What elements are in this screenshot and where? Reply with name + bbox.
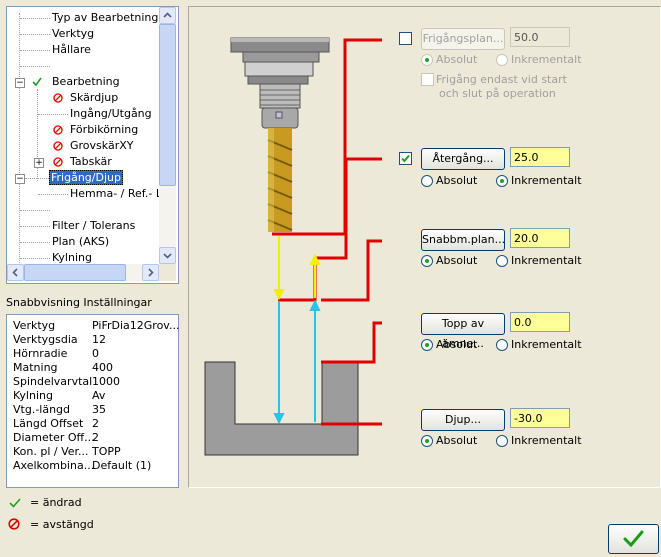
check-icon [32, 77, 42, 87]
disabled-icon [53, 93, 63, 103]
feedplane-incremental-label: Inkrementalt [511, 254, 582, 267]
tree-item-filter-tolerans[interactable]: Filter / Tolerans [51, 219, 136, 233]
quickview-panel: Verktyg PiFrDia12Grov... Verktygsdia 12 Hö… [6, 314, 179, 488]
tree-item-skardjup[interactable]: Skärdjup [69, 91, 119, 105]
chevron-left-icon [12, 268, 18, 277]
retract-button[interactable]: Återgång... [421, 148, 505, 170]
clearance-only-start-end-checkbox[interactable] [421, 73, 434, 86]
chevron-down-icon [163, 253, 172, 259]
expand-icon[interactable]: + [34, 158, 44, 168]
clearance-only-start-end-label: Frigång endast vid start [436, 73, 567, 86]
tool-illustration [204, 37, 382, 456]
depth-incremental-radio[interactable] [496, 435, 508, 447]
legend-changed: = ändrad [30, 496, 82, 509]
scroll-up-button[interactable] [159, 7, 176, 24]
scroll-thumb[interactable] [24, 264, 126, 281]
quickview-row: Kylning Av [13, 389, 106, 402]
scroll-down-button[interactable] [159, 247, 176, 264]
scroll-corner [159, 264, 176, 281]
tree-item-verktyg[interactable]: Verktyg [51, 27, 95, 41]
quickview-row: Matning 400 [13, 361, 113, 374]
scroll-right-button[interactable] [142, 264, 159, 281]
clearance-only-start-end-label-2: och slut på operation [439, 87, 556, 100]
clearance-incremental-label: Inkrementalt [511, 53, 582, 66]
topstock-incremental-radio[interactable] [496, 339, 508, 351]
clearance-button[interactable]: Frigångsplan... [421, 28, 505, 50]
depth-incremental-label: Inkrementalt [511, 434, 582, 447]
quickview-row: Kon. pl / Ver... TOPP [13, 445, 121, 458]
feedplane-value-field[interactable]: 20.0 [510, 228, 570, 248]
retract-absolute-radio[interactable] [421, 175, 433, 187]
tree-panel[interactable]: Typ av Bearbetning Verktyg Hållare − Bea… [6, 6, 179, 284]
topstock-absolute-label: Absolut [436, 338, 478, 351]
collapse-icon[interactable]: − [15, 78, 25, 88]
tree-horizontal-scrollbar[interactable] [7, 264, 159, 281]
tree-vertical-scrollbar[interactable] [159, 7, 176, 264]
quickview-row: Axelkombina...Default (1) [13, 459, 152, 472]
topstock-absolute-radio[interactable] [421, 339, 433, 351]
check-icon [623, 530, 644, 548]
depth-absolute-radio[interactable] [421, 435, 433, 447]
check-icon [401, 154, 410, 163]
depth-button[interactable]: Djup... [421, 409, 505, 431]
quickview-row: Verktygsdia 12 [13, 333, 106, 346]
chevron-right-icon [148, 268, 154, 277]
chevron-up-icon [163, 12, 172, 18]
tree-item-grovskarxy[interactable]: GrovskärXY [69, 139, 134, 153]
quickview-row: Verktyg PiFrDia12Grov... [13, 319, 180, 332]
retract-incremental-label: Inkrementalt [511, 174, 582, 187]
quickview-row: Diameter Off...2 [13, 431, 99, 444]
legend-disabled: = avstängd [30, 518, 94, 531]
quickview-row: Spindelvarvtal1000 [13, 375, 120, 388]
topstock-value-field[interactable]: 0.0 [510, 312, 570, 332]
disabled-icon [8, 518, 20, 530]
check-icon [9, 498, 21, 508]
collapse-icon[interactable]: − [15, 174, 25, 184]
tree-item-bearbetning[interactable]: Bearbetning [51, 75, 121, 89]
tree-item-tabskar[interactable]: Tabskär [69, 155, 113, 169]
tree-item-typ-av-bearbetning[interactable]: Typ av Bearbetning [51, 11, 159, 25]
depth-absolute-label: Absolut [436, 434, 478, 447]
feedplane-absolute-label: Absolut [436, 254, 478, 267]
clearance-absolute-radio[interactable] [421, 54, 433, 66]
tree-item-kylning[interactable]: Kylning [51, 251, 93, 265]
topstock-incremental-label: Inkrementalt [511, 338, 582, 351]
tree-item-hallare[interactable]: Hållare [51, 43, 92, 57]
ok-button[interactable] [608, 524, 659, 554]
tree-item-hemma-ref[interactable]: Hemma- / Ref.- Lä [69, 187, 170, 201]
scroll-left-button[interactable] [7, 264, 24, 281]
retract-value-field[interactable]: 25.0 [510, 147, 570, 167]
tree-item-ingang-utgang[interactable]: Ingång/Utgång [69, 107, 153, 121]
feedplane-button[interactable]: Snabbm.plan... [421, 229, 505, 251]
retract-absolute-label: Absolut [436, 174, 478, 187]
clearance-checkbox[interactable] [399, 32, 412, 45]
clearance-value-field[interactable]: 50.0 [510, 27, 570, 47]
clearance-incremental-radio[interactable] [496, 54, 508, 66]
quickview-title: Snabbvisning Inställningar [6, 296, 152, 309]
depth-value-field[interactable]: -30.0 [510, 408, 570, 428]
quickview-row: Längd Offset 2 [13, 417, 99, 430]
scroll-thumb[interactable] [159, 24, 176, 186]
clearance-absolute-label: Absolut [436, 53, 478, 66]
tree-item-plan-aks[interactable]: Plan (AKS) [51, 235, 110, 249]
disabled-icon [53, 125, 63, 135]
feedplane-incremental-radio[interactable] [496, 255, 508, 267]
topstock-button[interactable]: Topp av ämne... [421, 313, 505, 350]
quickview-row: Vtg.-längd 35 [13, 403, 106, 416]
retract-incremental-radio[interactable] [496, 175, 508, 187]
feedplane-absolute-radio[interactable] [421, 255, 433, 267]
tree-item-forbikorning[interactable]: Förbikörning [69, 123, 139, 137]
quickview-row: Hörnradie 0 [13, 347, 99, 360]
retract-checkbox[interactable] [399, 152, 412, 165]
disabled-icon [53, 141, 63, 151]
tree-item-frigang-djup[interactable]: Frigång/Djup [49, 170, 123, 185]
disabled-icon [53, 157, 63, 167]
